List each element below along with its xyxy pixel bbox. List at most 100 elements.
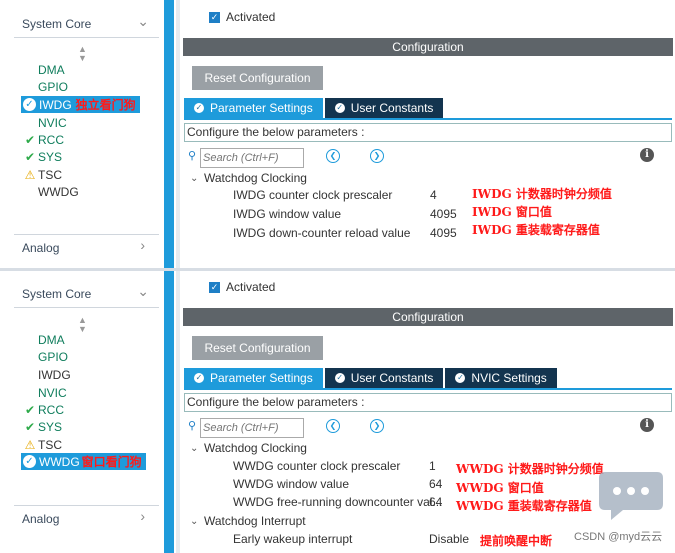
previous-icon[interactable]: ❮ [326,419,340,433]
sort-icon[interactable]: ▲ ▼ [78,45,87,63]
annotation-label: 提前唤醒中断 [480,534,553,548]
sidebar-item-tsc[interactable]: ⚠ TSC [22,166,62,183]
sidebar-item-gpio[interactable]: GPIO [22,348,68,365]
search-icon: ⚲ [188,420,197,432]
category-title: System Core [22,287,92,301]
param-value[interactable]: 4 [430,188,437,204]
previous-icon[interactable]: ❮ [326,149,340,163]
sidebar: System Core ⌄ ▲ ▼ DMA GPIO IWDG NVIC ✔ RC… [0,271,160,553]
tab-user-constants[interactable]: ✓ User Constants [324,98,444,118]
sidebar-item-rcc[interactable]: ✔ RCC [22,401,64,418]
search-row: ⚲ ❮ ❯ i [188,418,668,438]
param-value[interactable]: 64 [429,495,442,511]
activated-label: Activated [226,10,276,24]
check-icon: ✓ [334,373,345,383]
sidebar-item-rcc[interactable]: ✔ RCC [22,131,64,148]
param-name[interactable]: IWDG down-counter reload value [233,226,410,242]
tab-parameter-settings[interactable]: ✓ Parameter Settings [184,368,323,388]
check-icon: ✓ [334,103,345,113]
sort-icon[interactable]: ▲ ▼ [78,316,87,334]
checkbox-checked-icon[interactable]: ✓ [209,11,220,23]
reset-configuration-button[interactable]: Reset Configuration [192,66,323,90]
sidebar: System Core ⌄ ▲ ▼ DMA GPIO ✓ IWDG 独立看门狗 N… [0,0,160,268]
next-icon[interactable]: ❯ [370,419,384,433]
activated-checkbox[interactable]: ✓ Activated [209,280,275,294]
watermark: CSDN @myd云云 [574,531,663,543]
scrollbar[interactable] [164,0,174,268]
sidebar-item-label: NVIC [38,115,67,130]
chevron-right-icon: › [140,237,145,253]
chevron-down-icon: ⌄ [190,442,199,454]
annotation-label: 独立看门狗 [75,98,136,112]
reset-configuration-button[interactable]: Reset Configuration [192,336,323,360]
sidebar-category-analog[interactable]: Analog › [14,234,159,259]
scrollbar[interactable] [164,271,174,553]
tab-parameter-settings[interactable]: ✓ Parameter Settings [184,98,323,118]
info-icon[interactable]: i [640,418,654,432]
sidebar-category-analog[interactable]: Analog › [14,505,159,530]
param-value[interactable]: Disable [429,532,469,548]
activated-checkbox[interactable]: ✓ Activated [209,10,275,24]
annotation-label: 窗口看门狗 [81,455,142,469]
param-value[interactable]: 4095 [430,226,457,242]
check-icon: ✓ [194,103,204,113]
sidebar-item-nvic[interactable]: NVIC [22,384,67,401]
check-icon: ✓ [23,455,36,468]
check-icon: ✔ [24,149,36,164]
splitter[interactable] [176,0,180,268]
sidebar-item-wwdg[interactable]: ✓ WWDG 窗口看门狗 [21,453,146,470]
sidebar-item-label: NVIC [38,385,67,400]
sidebar-item-label: IWDG [38,367,71,382]
sidebar-item-label: DMA [38,62,65,77]
sidebar-item-iwdg[interactable]: ✓ IWDG 独立看门狗 [21,96,140,113]
group-watchdog-clocking[interactable]: ⌄ Watchdog Clocking [190,170,307,186]
check-icon: ✓ [455,373,466,383]
config-pane: ✓ Activated Configuration Reset Configur… [182,0,675,268]
param-name[interactable]: WWDG window value [233,477,349,493]
sidebar-item-sys[interactable]: ✔ SYS [22,148,62,165]
param-value[interactable]: 64 [429,477,442,493]
splitter[interactable] [176,271,180,553]
sidebar-item-gpio[interactable]: GPIO [22,78,68,95]
next-icon[interactable]: ❯ [370,149,384,163]
sidebar-item-dma[interactable]: DMA [22,331,65,348]
info-icon[interactable]: i [640,148,654,162]
checkbox-checked-icon[interactable]: ✓ [209,281,220,293]
sidebar-item-dma[interactable]: DMA [22,61,65,78]
sidebar-item-iwdg[interactable]: IWDG [22,366,71,383]
annotation-label: WWDG 窗口值 [456,481,544,495]
param-value[interactable]: 1 [429,459,436,475]
chevron-down-icon[interactable]: ⌄ [137,13,149,30]
panel-wwdg: System Core ⌄ ▲ ▼ DMA GPIO IWDG NVIC ✔ RC… [0,271,675,553]
chevron-down-icon[interactable]: ⌄ [137,283,149,300]
sidebar-item-tsc[interactable]: ⚠ TSC [22,436,62,453]
search-input[interactable] [200,148,304,168]
sidebar-item-wwdg[interactable]: WWDG [22,183,79,200]
sidebar-category-header[interactable]: System Core ⌄ [14,11,159,38]
category-title: Analog [22,512,60,526]
configure-hint: Configure the below parameters : [184,393,672,412]
category-title: System Core [22,17,92,31]
sidebar-item-label: WWDG [39,454,80,469]
group-watchdog-clocking[interactable]: ⌄ Watchdog Clocking [190,440,307,456]
sidebar-item-sys[interactable]: ✔ SYS [22,418,62,435]
sidebar-category-header[interactable]: System Core ⌄ [14,281,159,308]
param-value[interactable]: 4095 [430,207,457,223]
group-watchdog-interrupt[interactable]: ⌄ Watchdog Interrupt [190,513,306,529]
sidebar-item-label: DMA [38,332,65,347]
tab-nvic-settings[interactable]: ✓ NVIC Settings [445,368,557,388]
search-icon: ⚲ [188,150,197,162]
check-icon: ✓ [23,98,36,111]
param-name[interactable]: IWDG window value [233,207,341,223]
sidebar-item-label: WWDG [38,184,79,199]
sidebar-item-label: TSC [38,437,62,452]
param-name[interactable]: IWDG counter clock prescaler [233,188,392,204]
param-name[interactable]: WWDG free-running downcounter val... [233,495,442,511]
param-name[interactable]: Early wakeup interrupt [233,532,352,548]
configuration-header: Configuration [183,308,673,326]
tab-user-constants[interactable]: ✓ User Constants [324,368,444,388]
search-input[interactable] [200,418,304,438]
annotation-label: WWDG 重装载寄存器值 [456,499,592,513]
sidebar-item-nvic[interactable]: NVIC [22,114,67,131]
param-name[interactable]: WWDG counter clock prescaler [233,459,400,475]
